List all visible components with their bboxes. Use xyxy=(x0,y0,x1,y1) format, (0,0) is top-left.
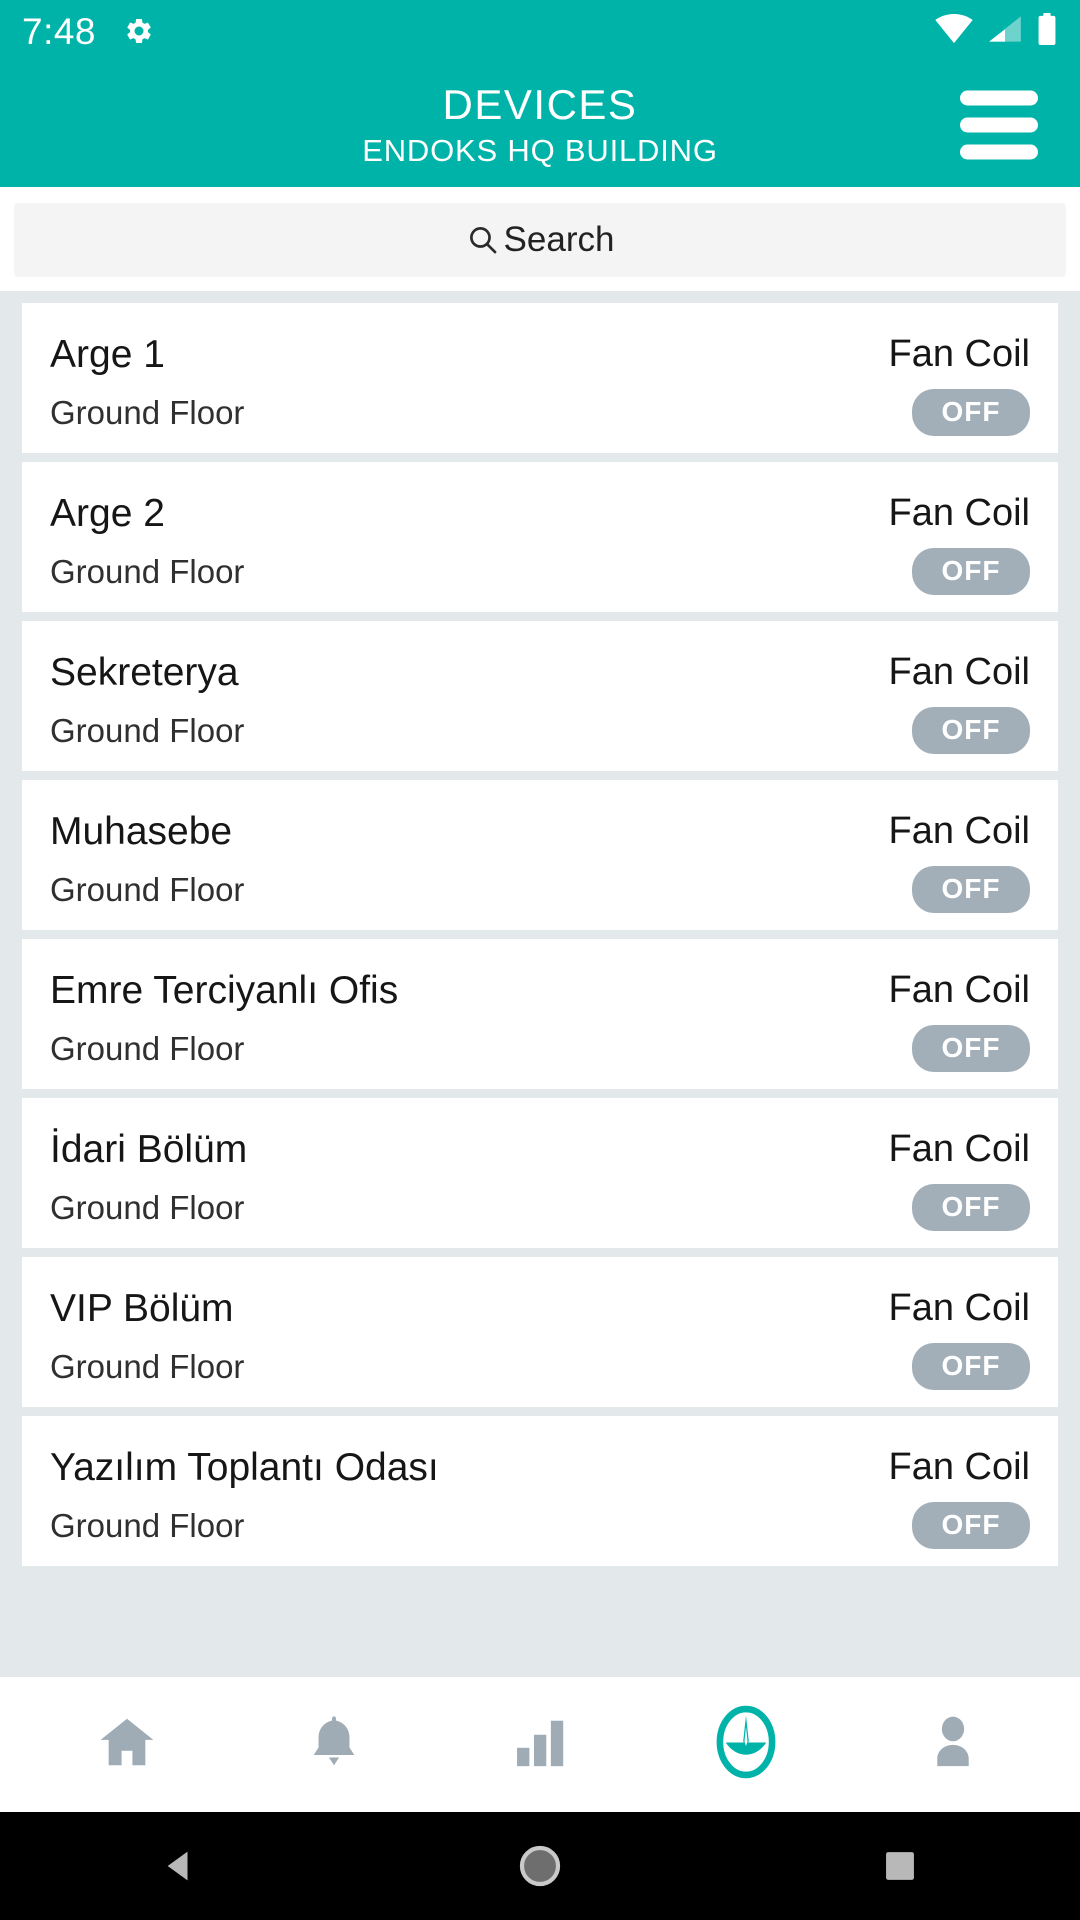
bottom-navigation-bar xyxy=(0,1677,1080,1812)
bar-chart-icon xyxy=(510,1713,570,1776)
device-name: Sekreterya xyxy=(50,650,239,694)
hamburger-menu-icon[interactable] xyxy=(960,90,1038,159)
device-card-bottom: Ground Floor OFF xyxy=(50,864,1030,914)
device-card[interactable]: Sekreterya Fan Coil Ground Floor OFF xyxy=(22,621,1058,771)
device-type: Fan Coil xyxy=(888,1128,1031,1170)
device-name: Emre Terciyanlı Ofis xyxy=(50,968,399,1012)
device-card-bottom: Ground Floor OFF xyxy=(50,705,1030,755)
device-card-top: Arge 2 Fan Coil xyxy=(50,480,1030,546)
device-card-bottom: Ground Floor OFF xyxy=(50,387,1030,437)
status-badge[interactable]: OFF xyxy=(912,1501,1030,1549)
nav-item-notifications[interactable] xyxy=(274,1711,394,1778)
device-floor: Ground Floor xyxy=(50,552,245,590)
battery-icon xyxy=(1036,12,1058,50)
device-card-bottom: Ground Floor OFF xyxy=(50,1341,1030,1391)
device-name: Yazılım Toplantı Odası xyxy=(50,1445,439,1489)
device-type: Fan Coil xyxy=(888,492,1031,534)
page-title: DEVICES xyxy=(442,80,638,128)
back-triangle-icon[interactable] xyxy=(100,1846,260,1886)
status-badge[interactable]: OFF xyxy=(912,388,1030,436)
device-card-bottom: Ground Floor OFF xyxy=(50,1023,1030,1073)
device-card[interactable]: Yazılım Toplantı Odası Fan Coil Ground Flo… xyxy=(22,1416,1058,1566)
device-gauge-icon xyxy=(711,1704,781,1785)
gear-icon xyxy=(124,16,154,46)
status-badge[interactable]: OFF xyxy=(912,706,1030,754)
device-name: İdari Bölüm xyxy=(50,1127,248,1171)
cellular-signal-icon xyxy=(986,14,1024,49)
status-bar-clock: 7:48 xyxy=(22,10,97,52)
wifi-icon xyxy=(934,13,974,49)
status-badge[interactable]: OFF xyxy=(912,1342,1030,1390)
device-type: Fan Coil xyxy=(888,1287,1031,1329)
device-card-top: Arge 1 Fan Coil xyxy=(50,321,1030,387)
hamburger-bar xyxy=(960,144,1038,159)
recents-square-icon[interactable] xyxy=(820,1847,980,1885)
device-type: Fan Coil xyxy=(888,810,1031,852)
device-card-bottom: Ground Floor OFF xyxy=(50,1500,1030,1550)
hamburger-bar xyxy=(960,117,1038,132)
nav-item-profile[interactable] xyxy=(893,1711,1013,1778)
device-card[interactable]: VIP Bölüm Fan Coil Ground Floor OFF xyxy=(22,1257,1058,1407)
search-placeholder-text: Search xyxy=(503,220,615,259)
device-floor: Ground Floor xyxy=(50,1188,245,1226)
device-card[interactable]: Arge 2 Fan Coil Ground Floor OFF xyxy=(22,462,1058,612)
device-card-top: İdari Bölüm Fan Coil xyxy=(50,1116,1030,1182)
device-type: Fan Coil xyxy=(888,1446,1031,1488)
device-floor: Ground Floor xyxy=(50,1347,245,1385)
device-type: Fan Coil xyxy=(888,969,1031,1011)
status-bar: 7:48 xyxy=(0,0,1080,62)
nav-item-statistics[interactable] xyxy=(480,1713,600,1776)
device-name: Arge 1 xyxy=(50,332,165,376)
device-card-top: Sekreterya Fan Coil xyxy=(50,639,1030,705)
home-icon xyxy=(96,1711,158,1778)
device-list[interactable]: Arge 1 Fan Coil Ground Floor OFF Arge 2 Fan C… xyxy=(0,291,1080,1677)
person-icon xyxy=(924,1711,982,1778)
hamburger-bar xyxy=(960,90,1038,105)
device-card-bottom: Ground Floor OFF xyxy=(50,546,1030,596)
status-badge[interactable]: OFF xyxy=(912,547,1030,595)
device-card[interactable]: Muhasebe Fan Coil Ground Floor OFF xyxy=(22,780,1058,930)
status-badge[interactable]: OFF xyxy=(912,1183,1030,1231)
device-card[interactable]: Arge 1 Fan Coil Ground Floor OFF xyxy=(22,303,1058,453)
device-card-top: Muhasebe Fan Coil xyxy=(50,798,1030,864)
app-bar: DEVICES ENDOKS HQ BUILDING xyxy=(0,62,1080,187)
status-badge[interactable]: OFF xyxy=(912,865,1030,913)
device-name: Muhasebe xyxy=(50,809,233,853)
device-card[interactable]: İdari Bölüm Fan Coil Ground Floor OFF xyxy=(22,1098,1058,1248)
status-bar-icons xyxy=(934,12,1058,50)
device-floor: Ground Floor xyxy=(50,1506,245,1544)
status-badge[interactable]: OFF xyxy=(912,1024,1030,1072)
device-type: Fan Coil xyxy=(888,651,1031,693)
device-card[interactable]: Emre Terciyanlı Ofis Fan Coil Ground Floor… xyxy=(22,939,1058,1089)
device-floor: Ground Floor xyxy=(50,711,245,749)
nav-item-home[interactable] xyxy=(67,1711,187,1778)
search-section: Search xyxy=(0,187,1080,291)
device-floor: Ground Floor xyxy=(50,393,245,431)
device-card-top: Yazılım Toplantı Odası Fan Coil xyxy=(50,1434,1030,1500)
android-navigation-bar xyxy=(0,1812,1080,1920)
device-name: Arge 2 xyxy=(50,491,165,535)
device-card-top: VIP Bölüm Fan Coil xyxy=(50,1275,1030,1341)
bell-icon xyxy=(305,1711,363,1778)
search-input[interactable]: Search xyxy=(14,203,1066,277)
device-card-bottom: Ground Floor OFF xyxy=(50,1182,1030,1232)
search-icon xyxy=(466,223,500,257)
nav-item-devices[interactable] xyxy=(686,1704,806,1785)
device-type: Fan Coil xyxy=(888,333,1031,375)
device-card-top: Emre Terciyanlı Ofis Fan Coil xyxy=(50,957,1030,1023)
device-floor: Ground Floor xyxy=(50,870,245,908)
device-name: VIP Bölüm xyxy=(50,1286,234,1330)
home-circle-icon[interactable] xyxy=(460,1843,620,1889)
phone-screen: 7:48 DEVICES ENDOKS HQ BUILDING Search A… xyxy=(0,0,1080,1920)
device-floor: Ground Floor xyxy=(50,1029,245,1067)
page-subtitle: ENDOKS HQ BUILDING xyxy=(362,132,718,168)
